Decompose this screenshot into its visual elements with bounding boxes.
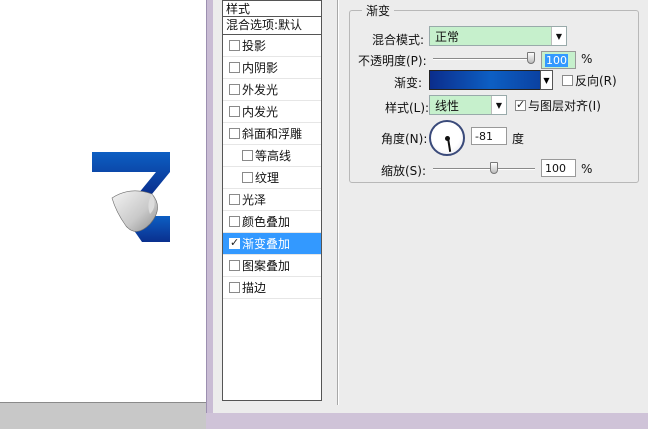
reverse-checkbox[interactable]	[562, 75, 573, 86]
style-item-7[interactable]: 光泽	[223, 189, 321, 211]
dialog-bottom-edge	[206, 413, 648, 429]
style-item-checkbox[interactable]	[242, 150, 253, 161]
angle-label: 角度(N):	[381, 132, 428, 146]
align-layer-checkbox[interactable]	[515, 98, 526, 111]
reverse-label: 反向(R)	[575, 74, 617, 88]
style-item-checkbox[interactable]	[229, 84, 240, 95]
gradient-picker[interactable]: ▼	[429, 70, 553, 90]
scale-slider-track[interactable]	[433, 168, 535, 170]
style-item-checkbox[interactable]	[229, 260, 240, 271]
style-item-label: 纹理	[255, 171, 280, 185]
angle-dial-center	[445, 136, 450, 141]
angle-dial[interactable]	[429, 120, 465, 156]
style-item-3[interactable]: 内发光	[223, 101, 321, 123]
opacity-slider-thumb[interactable]	[527, 52, 535, 64]
opacity-slider-track[interactable]	[433, 58, 535, 60]
style-item-6[interactable]: 纹理	[223, 167, 321, 189]
opacity-input[interactable]: 100	[541, 51, 576, 69]
gradient-group-title: 渐变	[362, 2, 395, 19]
scale-slider-thumb[interactable]	[490, 162, 498, 174]
panel-divider-highlight	[338, 0, 339, 405]
style-item-label: 渐变叠加	[242, 237, 291, 251]
style-item-10[interactable]: 图案叠加	[223, 255, 321, 277]
blend-mode-label: 混合模式:	[372, 33, 425, 47]
style-item-label: 等高线	[255, 149, 292, 163]
align-layer-checkbox-row[interactable]: 与图层对齐(I)	[515, 97, 601, 114]
blend-options-default[interactable]: 混合选项:默认	[223, 15, 321, 35]
style-item-checkbox[interactable]	[229, 62, 240, 73]
style-item-checkbox[interactable]	[229, 236, 240, 249]
style-item-label: 颜色叠加	[242, 215, 291, 229]
style-item-2[interactable]: 外发光	[223, 79, 321, 101]
style-item-label: 斜面和浮雕	[242, 127, 303, 141]
scale-value: 100	[545, 161, 566, 175]
logo-preview-image	[92, 152, 170, 242]
style-item-label: 描边	[242, 281, 267, 295]
style-item-checkbox[interactable]	[242, 172, 253, 183]
style-item-checkbox[interactable]	[229, 40, 240, 51]
opacity-label: 不透明度(P):	[358, 54, 427, 68]
style-item-label: 内发光	[242, 105, 279, 119]
opacity-value: 100	[545, 53, 568, 67]
gradient-style-select[interactable]: 线性 ▼	[429, 95, 507, 115]
angle-value: -81	[475, 129, 493, 143]
style-item-checkbox[interactable]	[229, 216, 240, 227]
gradient-style-value: 线性	[435, 98, 460, 113]
opacity-unit: %	[581, 52, 593, 66]
style-item-checkbox[interactable]	[229, 282, 240, 293]
chevron-down-icon[interactable]: ▼	[540, 70, 553, 90]
style-item-8[interactable]: 颜色叠加	[223, 211, 321, 233]
canvas-shadow	[0, 403, 210, 429]
style-item-checkbox[interactable]	[229, 106, 240, 117]
style-item-label: 光泽	[242, 193, 267, 207]
style-item-0[interactable]: 投影	[223, 35, 321, 57]
angle-input[interactable]: -81	[471, 127, 507, 145]
align-layer-label: 与图层对齐(I)	[528, 99, 601, 113]
style-item-checkbox[interactable]	[229, 194, 240, 205]
style-item-9[interactable]: 渐变叠加	[223, 233, 321, 255]
scale-input[interactable]: 100	[541, 159, 576, 177]
style-list-panel: 样式 混合选项:默认 投影内阴影外发光内发光斜面和浮雕等高线纹理光泽颜色叠加渐变…	[222, 0, 322, 401]
style-item-label: 投影	[242, 39, 267, 53]
style-item-5[interactable]: 等高线	[223, 145, 321, 167]
blend-mode-value: 正常	[435, 29, 460, 44]
style-item-11[interactable]: 描边	[223, 277, 321, 299]
style-item-label: 外发光	[242, 83, 279, 97]
blend-mode-select[interactable]: 正常 ▼	[429, 26, 567, 46]
style-item-label: 图案叠加	[242, 259, 291, 273]
reverse-checkbox-row[interactable]: 反向(R)	[562, 72, 617, 89]
scale-unit: %	[581, 162, 593, 176]
scale-label: 缩放(S):	[381, 164, 427, 178]
style-item-1[interactable]: 内阴影	[223, 57, 321, 79]
blend-options-label: 混合选项:默认	[226, 18, 303, 32]
style-item-4[interactable]: 斜面和浮雕	[223, 123, 321, 145]
angle-unit: 度	[512, 132, 525, 146]
style-item-checkbox[interactable]	[229, 128, 240, 139]
document-canvas	[0, 0, 210, 403]
style-item-label: 内阴影	[242, 61, 279, 75]
gradient-label: 渐变:	[394, 76, 423, 90]
chevron-down-icon[interactable]: ▼	[491, 96, 506, 114]
chevron-down-icon[interactable]: ▼	[551, 27, 566, 45]
style-label: 样式(L):	[385, 101, 430, 115]
